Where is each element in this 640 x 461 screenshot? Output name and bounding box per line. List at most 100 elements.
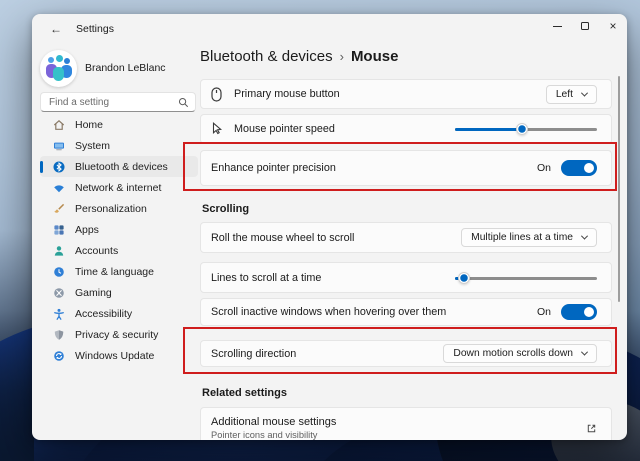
- breadcrumb: Bluetooth & devices › Mouse: [200, 48, 398, 65]
- cursor-icon: [211, 121, 225, 137]
- sidebar-item-gaming[interactable]: Gaming: [40, 282, 198, 303]
- additional-mouse-settings-row[interactable]: Additional mouse settings Pointer icons …: [200, 407, 612, 440]
- slider-thumb[interactable]: [457, 271, 470, 284]
- privacy-icon: [54, 329, 64, 340]
- wheel-scroll-dropdown[interactable]: Multiple lines at a time: [461, 228, 597, 247]
- sidebar-item-personalization[interactable]: Personalization: [40, 198, 198, 219]
- windows-update-icon: [54, 350, 64, 361]
- profile[interactable]: Brandon LeBlanc: [40, 48, 166, 88]
- sidebar-item-bluetooth-devices[interactable]: Bluetooth & devices: [40, 156, 198, 177]
- scroll-inactive-windows-row: Scroll inactive windows when hovering ov…: [200, 298, 612, 326]
- sidebar-item-label: Windows Update: [75, 349, 155, 362]
- sidebar-item-label: Privacy & security: [75, 328, 159, 341]
- row-label: Mouse pointer speed: [234, 123, 335, 135]
- sidebar-item-label: System: [75, 139, 111, 152]
- sidebar-item-system[interactable]: System: [40, 135, 198, 156]
- section-header-scrolling: Scrolling: [202, 203, 250, 215]
- profile-name: Brandon LeBlanc: [85, 62, 166, 74]
- sidebar-nav: Home System Bluetooth & devices Network …: [40, 114, 198, 366]
- lines-to-scroll-row: Lines to scroll at a time: [200, 262, 612, 293]
- sidebar-item-accessibility[interactable]: Accessibility: [40, 303, 198, 324]
- network-icon: [54, 184, 64, 192]
- sidebar-item-label: Apps: [75, 223, 99, 236]
- system-icon: [54, 142, 64, 150]
- settings-window: ← Settings × Brandon LeBlanc Home: [32, 14, 627, 440]
- scrolling-direction-row: Scrolling direction Down motion scrolls …: [200, 340, 612, 367]
- wallpaper-shading: [0, 230, 34, 461]
- sidebar-item-label: Network & internet: [75, 181, 162, 194]
- back-arrow-icon: ←: [50, 22, 62, 36]
- sidebar-item-home[interactable]: Home: [40, 114, 198, 135]
- chevron-down-icon: [580, 348, 589, 356]
- selected-indicator: [40, 160, 43, 173]
- time-language-icon: [54, 266, 64, 277]
- maximize-button[interactable]: [571, 14, 599, 38]
- apps-icon: [54, 224, 64, 235]
- sidebar-item-privacy-security[interactable]: Privacy & security: [40, 324, 198, 345]
- sidebar-item-label: Accessibility: [75, 307, 133, 320]
- search-icon: [178, 97, 189, 107]
- section-header-related-settings: Related settings: [202, 387, 287, 399]
- sidebar-item-label: Gaming: [75, 286, 112, 299]
- mouse-pointer-speed-row: Mouse pointer speed: [200, 114, 612, 144]
- scrollbar[interactable]: [618, 76, 620, 302]
- scrolling-direction-dropdown[interactable]: Down motion scrolls down: [443, 344, 597, 363]
- primary-button-dropdown[interactable]: Left: [545, 84, 597, 104]
- dropdown-value: Down motion scrolls down: [453, 348, 573, 359]
- lines-to-scroll-slider[interactable]: [455, 271, 597, 284]
- row-label: Scrolling direction: [211, 347, 297, 360]
- sidebar-item-network-internet[interactable]: Network & internet: [40, 177, 198, 198]
- maximize-icon: [581, 22, 589, 30]
- dropdown-value: Multiple lines at a time: [471, 232, 573, 243]
- home-icon: [53, 119, 65, 130]
- accessibility-icon: [54, 308, 64, 320]
- enhance-precision-toggle[interactable]: [561, 160, 597, 176]
- sidebar-item-label: Bluetooth & devices: [75, 160, 168, 173]
- gaming-icon: [54, 287, 64, 298]
- chevron-down-icon: [580, 89, 589, 97]
- row-label: Scroll inactive windows when hovering ov…: [211, 306, 447, 318]
- pointer-speed-slider[interactable]: [455, 123, 597, 135]
- sidebar-item-label: Time & language: [75, 265, 154, 278]
- slider-thumb[interactable]: [515, 123, 528, 135]
- breadcrumb-parent[interactable]: Bluetooth & devices: [200, 48, 333, 65]
- sidebar-item-label: Accounts: [75, 244, 119, 257]
- minimize-icon: [552, 25, 562, 27]
- link-subtitle: Pointer icons and visibility: [211, 430, 318, 440]
- scroll-inactive-toggle[interactable]: [561, 304, 597, 320]
- sidebar-item-accounts[interactable]: Accounts: [40, 240, 198, 261]
- breadcrumb-separator: ›: [339, 49, 344, 64]
- back-button[interactable]: ←: [44, 18, 68, 40]
- primary-mouse-button-row: Primary mouse button Left: [200, 79, 612, 109]
- toggle-state-label: On: [536, 306, 551, 318]
- mouse-icon: [211, 86, 225, 102]
- avatar: [40, 49, 77, 87]
- search-box[interactable]: [40, 92, 196, 112]
- sidebar-item-windows-update[interactable]: Windows Update: [40, 345, 198, 366]
- dropdown-value: Left: [555, 88, 573, 100]
- toggle-state-label: On: [536, 162, 551, 174]
- page-title: Mouse: [350, 48, 399, 65]
- row-label: Primary mouse button: [234, 88, 340, 100]
- enhance-pointer-precision-row: Enhance pointer precision On: [200, 150, 612, 186]
- close-button[interactable]: ×: [599, 14, 627, 38]
- row-label: Roll the mouse wheel to scroll: [211, 231, 355, 244]
- external-link-icon: [587, 424, 596, 432]
- chevron-down-icon: [580, 232, 589, 240]
- row-label: Lines to scroll at a time: [211, 271, 322, 284]
- accounts-icon: [54, 245, 64, 256]
- link-title: Additional mouse settings: [211, 416, 337, 428]
- sidebar-item-label: Home: [75, 118, 104, 131]
- window-title: Settings: [76, 23, 114, 35]
- row-label: Enhance pointer precision: [211, 162, 336, 174]
- mouse-wheel-scroll-row: Roll the mouse wheel to scroll Multiple …: [200, 222, 612, 253]
- bluetooth-icon: [53, 161, 65, 172]
- sidebar-item-label: Personalization: [75, 202, 147, 215]
- close-icon: ×: [609, 19, 617, 33]
- search-input[interactable]: [49, 96, 178, 108]
- minimize-button[interactable]: [543, 14, 571, 38]
- personalization-icon: [54, 203, 65, 213]
- titlebar: ← Settings ×: [32, 14, 627, 44]
- sidebar-item-apps[interactable]: Apps: [40, 219, 198, 240]
- sidebar-item-time-language[interactable]: Time & language: [40, 261, 198, 282]
